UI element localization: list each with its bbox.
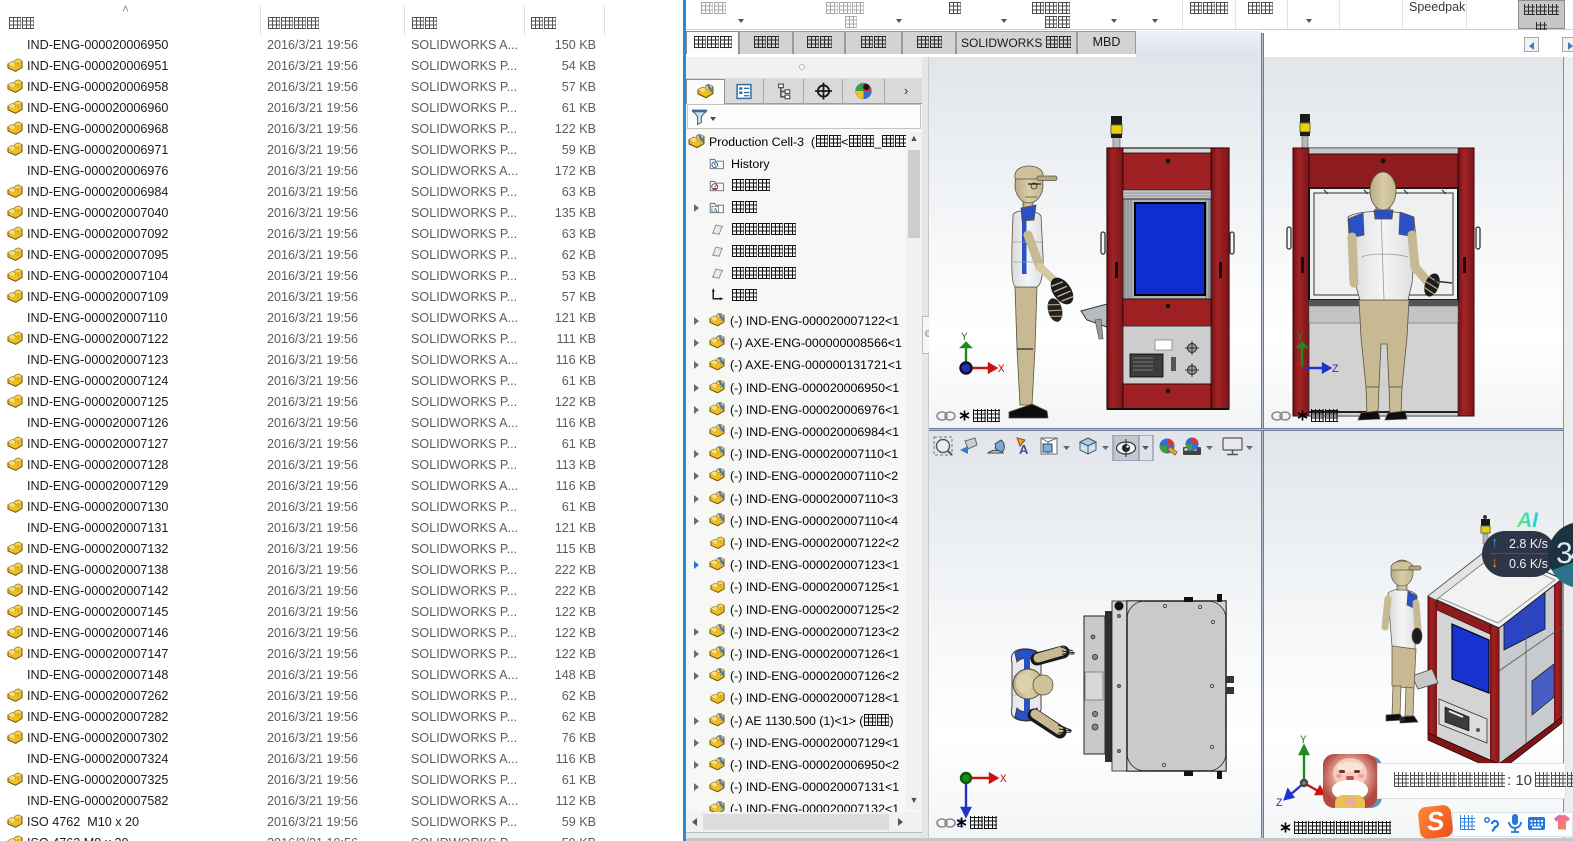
svg-text:Z: Z — [1332, 364, 1339, 376]
svg-text:X: X — [998, 364, 1005, 376]
svg-text:Y: Y — [1297, 332, 1304, 344]
svg-text:X: X — [1000, 774, 1007, 786]
svg-text:A: A — [1019, 442, 1029, 457]
svg-text:Y: Y — [961, 332, 968, 344]
svg-text:A: A — [713, 208, 718, 214]
svg-text:Z: Z — [1276, 798, 1283, 810]
svg-text:Y: Y — [1300, 735, 1307, 747]
